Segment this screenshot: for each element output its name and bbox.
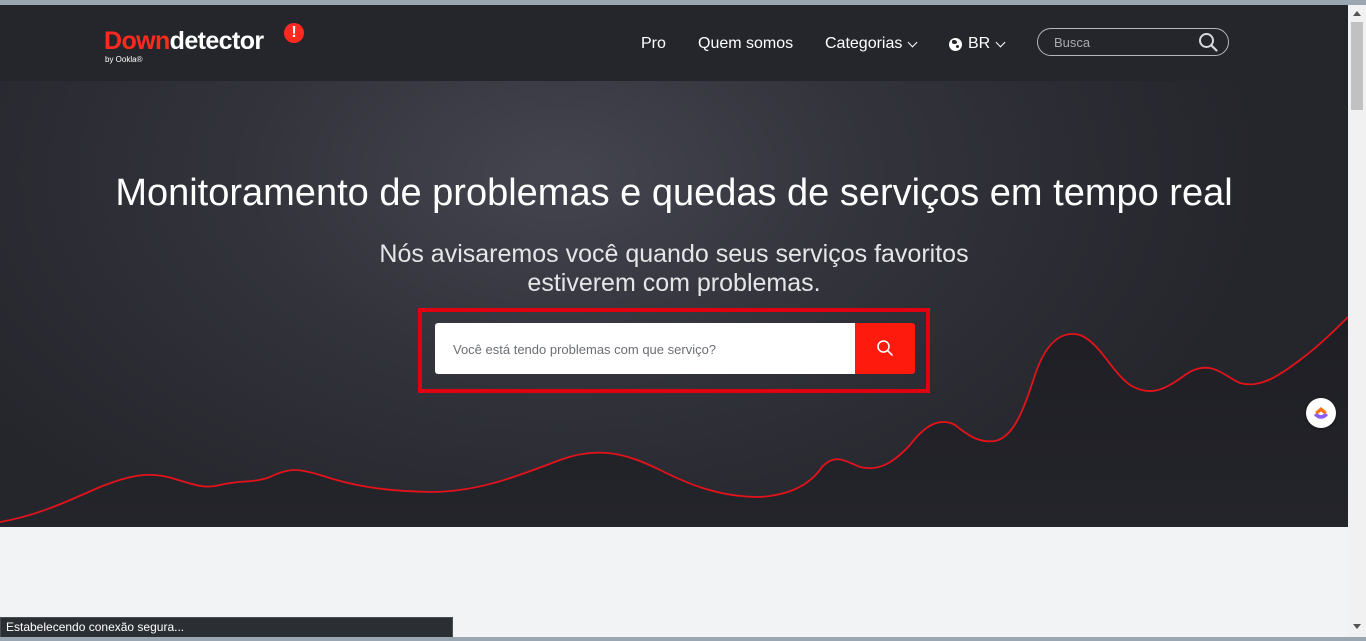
logo-byline: by Ookla®: [105, 55, 143, 64]
nav-link-about-label: Quem somos: [698, 35, 794, 52]
downdetector-logo[interactable]: Downdetector ! by Ookla®: [104, 23, 314, 73]
chevron-down-icon: [907, 37, 918, 47]
page-scrollbar[interactable]: [1348, 5, 1366, 637]
service-search-button[interactable]: [855, 323, 915, 374]
scroll-thumb[interactable]: [1351, 22, 1363, 110]
window-bottom-border: [0, 637, 1366, 641]
chevron-down-icon: [995, 37, 1006, 47]
logo-wordmark: Downdetector: [104, 27, 264, 56]
nav-link-about[interactable]: Quem somos: [698, 33, 793, 55]
nav-link-pro[interactable]: Pro: [641, 33, 666, 55]
nav-dropdown-categories[interactable]: Categorias: [825, 33, 918, 55]
hero-title: Monitoramento de problemas e quedas de s…: [115, 172, 1233, 214]
search-icon[interactable]: [1198, 32, 1218, 52]
logo-wordmark-down: Down: [104, 27, 170, 55]
hero-subtitle: Nós avisaremos você quando seus serviços…: [379, 240, 969, 297]
search-icon: [877, 340, 893, 356]
service-search-box: [435, 323, 855, 374]
nav-dropdown-region[interactable]: BR: [949, 33, 1006, 55]
hero-section: Downdetector ! by Ookla® Pro Quem somos …: [0, 5, 1348, 527]
nav-link-pro-label: Pro: [641, 35, 666, 52]
nav-search-input[interactable]: [1052, 33, 1192, 51]
nav-search-box: [1037, 28, 1229, 56]
globe-icon: [949, 37, 962, 51]
scroll-up-arrow-icon[interactable]: [1353, 11, 1361, 16]
clickup-extension-button[interactable]: [1306, 398, 1336, 428]
logo-wordmark-detector: detector: [169, 27, 264, 55]
logo-alert-badge-icon: !: [284, 23, 304, 43]
service-search-input[interactable]: [451, 339, 841, 359]
browser-status-bar: Estabelecendo conexão segura...: [0, 617, 453, 638]
top-navbar: Downdetector ! by Ookla® Pro Quem somos …: [0, 5, 1348, 81]
clickup-extension-icon: [1314, 407, 1328, 419]
nav-categories-label: Categorias: [825, 35, 903, 52]
nav-region-label: BR: [968, 35, 991, 52]
scroll-down-arrow-icon[interactable]: [1353, 624, 1361, 629]
